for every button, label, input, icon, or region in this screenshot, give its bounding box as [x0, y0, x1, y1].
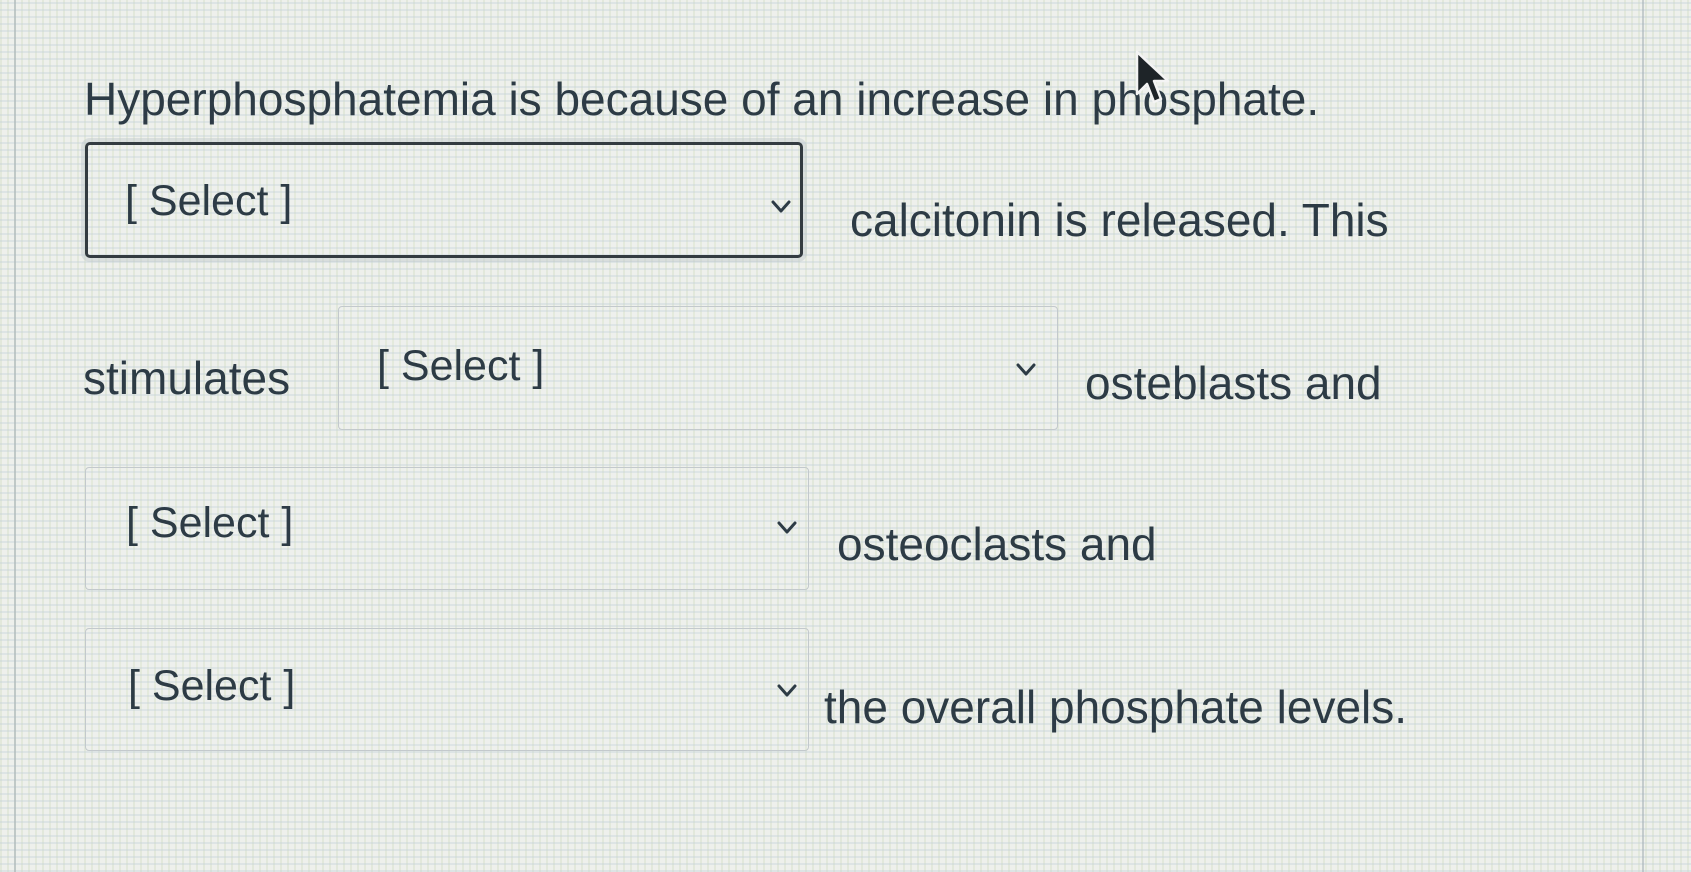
- mouse-pointer-icon: [1135, 50, 1170, 104]
- overall-phosphate-levels-text: the overall phosphate levels.: [824, 681, 1408, 733]
- osteoclasts-and-text: osteoclasts and: [837, 518, 1157, 570]
- dropdown-2-select[interactable]: [ Select ]: [338, 306, 1058, 430]
- dropdown-1-select[interactable]: [ Select ]: [85, 142, 803, 258]
- chevron-down-icon: [771, 200, 791, 213]
- osteblasts-and-text: osteblasts and: [1085, 357, 1382, 409]
- dropdown-3-select[interactable]: [ Select ]: [85, 467, 809, 590]
- dropdown-4-select[interactable]: [ Select ]: [85, 628, 809, 751]
- dropdown-3-selected-value: [ Select ]: [126, 499, 294, 547]
- stimulates-text: stimulates: [83, 352, 291, 404]
- dropdown-2-selected-value: [ Select ]: [377, 342, 545, 390]
- dropdown-4-selected-value: [ Select ]: [128, 662, 296, 710]
- dropdown-1-selected-value: [ Select ]: [125, 177, 293, 225]
- chevron-down-icon: [1016, 363, 1036, 376]
- calcitonin-released-text: calcitonin is released. This: [850, 194, 1389, 246]
- chevron-down-icon: [777, 684, 797, 697]
- chevron-down-icon: [777, 521, 797, 534]
- question-intro-text: Hyperphosphatemia is because of an incre…: [84, 73, 1320, 125]
- fill-in-dropdowns-question: Hyperphosphatemia is because of an incre…: [0, 0, 1691, 872]
